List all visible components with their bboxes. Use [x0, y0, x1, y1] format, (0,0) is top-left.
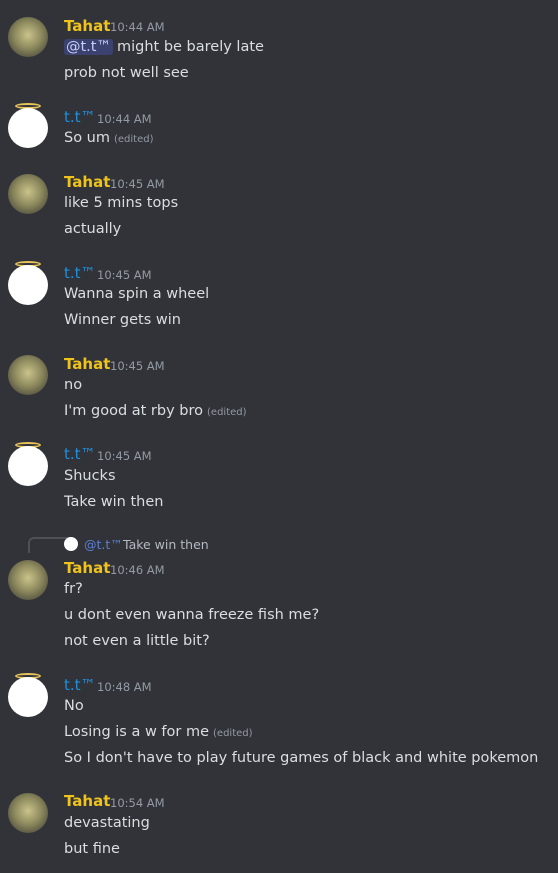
timestamp: 10:45 AM: [110, 359, 165, 373]
reply-preview[interactable]: Take win then: [123, 537, 209, 552]
avatar[interactable]: [8, 793, 48, 833]
message-line: So I don't have to play future games of …: [64, 750, 539, 766]
author-name[interactable]: Tahat: [64, 173, 110, 191]
message-line: No: [64, 698, 84, 714]
timestamp: 10:48 AM: [97, 680, 152, 694]
edited-label: (edited): [207, 407, 247, 418]
avatar[interactable]: [8, 108, 48, 148]
message-line: Wanna spin a wheel: [64, 286, 210, 302]
message-line: prob not well see: [64, 65, 189, 81]
message-line: no: [64, 377, 83, 393]
message-line: Shucks: [64, 468, 116, 484]
timestamp: 10:44 AM: [97, 112, 152, 126]
author-name[interactable]: Tahat: [64, 559, 110, 577]
author-name[interactable]: Tahat: [64, 17, 110, 35]
timestamp: 10:44 AM: [110, 20, 165, 34]
author-name[interactable]: t.t™: [64, 108, 96, 126]
author-name[interactable]: Tahat: [64, 355, 110, 373]
message-line: Losing is a w for me (edited): [64, 724, 253, 740]
author-name[interactable]: t.t™: [64, 264, 96, 282]
avatar[interactable]: [8, 174, 48, 214]
message-line: Winner gets win: [64, 312, 181, 328]
edited-label: (edited): [114, 134, 154, 145]
author-name[interactable]: t.t™: [64, 676, 96, 694]
author-name[interactable]: Tahat: [64, 792, 110, 810]
avatar[interactable]: [8, 17, 48, 57]
message-line: I'm good at rby bro (edited): [64, 403, 247, 419]
avatar[interactable]: [8, 677, 48, 717]
timestamp: 10:45 AM: [97, 449, 152, 463]
message-line: So um (edited): [64, 130, 154, 146]
message-line: devastating: [64, 815, 150, 831]
message-line: fr?: [64, 581, 83, 597]
edited-label: (edited): [213, 728, 253, 739]
avatar[interactable]: [8, 446, 48, 486]
reply-avatar[interactable]: [64, 537, 78, 551]
message-line: @t.t™ might be barely late: [64, 39, 264, 55]
timestamp: 10:46 AM: [110, 563, 165, 577]
user-mention[interactable]: @t.t™: [64, 39, 113, 55]
timestamp: 10:45 AM: [110, 177, 165, 191]
timestamp: 10:54 AM: [110, 796, 165, 810]
author-name[interactable]: t.t™: [64, 445, 96, 463]
message-line: like 5 mins tops: [64, 195, 179, 211]
timestamp: 10:45 AM: [97, 268, 152, 282]
message-line: Take win then: [64, 494, 164, 510]
message-line: not even a little bit?: [64, 633, 210, 649]
message-line: actually: [64, 221, 122, 237]
reply-author[interactable]: @t.t™: [84, 537, 123, 552]
message-line: but fine: [64, 841, 120, 857]
avatar[interactable]: [8, 355, 48, 395]
avatar[interactable]: [8, 560, 48, 600]
message-line: u dont even wanna freeze fish me?: [64, 607, 320, 623]
avatar[interactable]: [8, 265, 48, 305]
